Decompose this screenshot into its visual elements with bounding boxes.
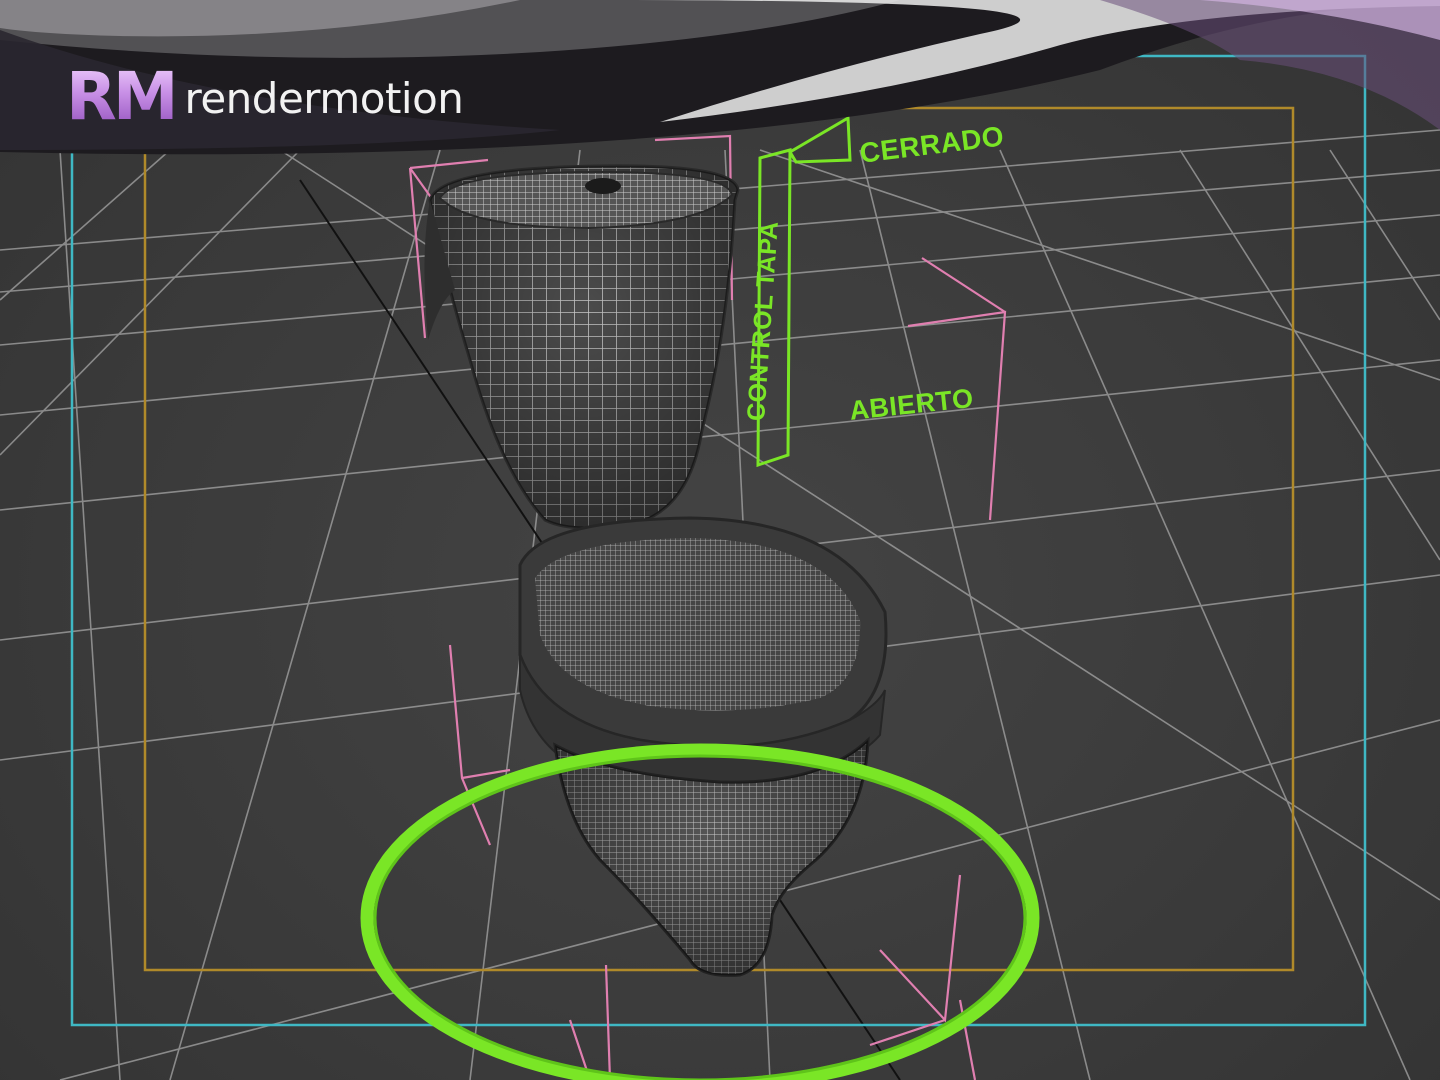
3d-viewport[interactable]: RM rendermotion CERRADO ABIERTO CONTROL … <box>0 0 1440 1080</box>
logo-text: rendermotion <box>184 73 464 123</box>
brand-logo: RM rendermotion <box>66 56 464 136</box>
scene-canvas[interactable] <box>0 0 1440 1080</box>
logo-mark: RM <box>66 57 178 135</box>
lid-control-flag[interactable] <box>787 115 852 164</box>
toilet-model[interactable] <box>424 164 888 977</box>
